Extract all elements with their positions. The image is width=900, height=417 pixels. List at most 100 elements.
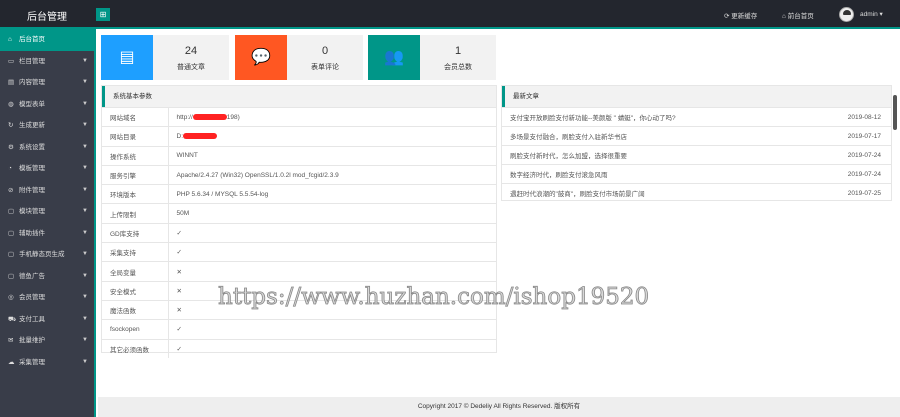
sidebar-item-label: 内容管理 — [19, 79, 45, 86]
list-item[interactable]: 数字经济时代，刷脸支付滚急风雨 2019-07-24 — [502, 164, 891, 184]
app-title: 后台管理 — [27, 12, 67, 23]
row-value-cell: Apache/2.4.27 (Win32) OpenSSL/1.0.2l mod… — [168, 164, 496, 185]
row-value-cell: WINNT — [168, 145, 496, 166]
row-value-cell: ✓ — [168, 222, 496, 243]
list-item[interactable]: 多场景支付融合，刷脸支付入驻新华书店 2019-07-17 — [502, 126, 891, 146]
sidebar-item-label: 模板管理 — [19, 165, 45, 172]
row-key: 其它必须函数 — [102, 338, 169, 359]
row-key: 环境版本 — [102, 184, 169, 204]
chat-icon: 💬 — [235, 35, 287, 80]
chevron-down-icon: ▼ — [82, 315, 88, 322]
row-key: 操作系统 — [102, 145, 169, 166]
sidebar-item[interactable]: ◎ 会员管理 ▼ — [0, 287, 94, 309]
stat-card[interactable]: 💬 0 表单评论 — [235, 35, 363, 80]
chevron-down-icon: ▼ — [82, 122, 88, 128]
row-value: D: — [176, 132, 184, 140]
row-value: ✕ — [176, 307, 182, 315]
latest-articles-panel: 最新文章 支付宝开放刷脸支付新功能--美颜版 " 蜻蜓"，你心动了吗? 2019-… — [501, 85, 892, 203]
article-title-link[interactable]: 多场景支付融合，刷脸支付入驻新华书店 — [502, 126, 803, 146]
refresh-cache-link[interactable]: ⟳ 更新缓存 — [724, 10, 757, 20]
list-item[interactable]: 支付宝开放刷脸支付新功能--美颜版 " 蜻蜓"，你心动了吗? 2019-08-12 — [502, 107, 891, 127]
sidebar-item-label: 手机静态页生成 — [19, 251, 65, 258]
sidebar-item-label: 模块管理 — [19, 208, 45, 215]
table-row: 服务引擎 Apache/2.4.27 (Win32) OpenSSL/1.0.2l… — [102, 164, 496, 185]
sidebar-item-label: 系统设置 — [19, 143, 45, 151]
user-menu[interactable]: admin ▾ — [860, 10, 883, 18]
sidebar-item[interactable]: ▢ 模块管理 ▼ — [0, 201, 94, 223]
articles-table: 支付宝开放刷脸支付新功能--美颜版 " 蜻蜓"，你心动了吗? 2019-08-12… — [502, 107, 891, 203]
sidebar-item-label: 批量维护 — [19, 337, 45, 344]
sidebar-item[interactable]: ▢ 手机静态页生成 ▼ — [0, 244, 94, 266]
table-row: 其它必须函数 ✓ — [102, 338, 496, 359]
sidebar-item-label: 生成更新 — [19, 122, 45, 129]
sidebar-item[interactable]: ▢ 辅助插件 ▼ — [0, 223, 94, 245]
article-date: 2019-07-25 — [802, 183, 891, 203]
list-item[interactable]: 刷脸支付新时代，怎么加盟，选择很重要 2019-07-24 — [502, 145, 891, 165]
nav-label: 更新缓存 — [731, 13, 758, 20]
article-title-link[interactable]: 数字经济时代，刷脸支付滚急风雨 — [502, 164, 803, 184]
folder-icon: ▢ — [8, 208, 15, 215]
grid-icon[interactable]: ⊞ — [96, 8, 110, 21]
sidebar-item[interactable]: ↻ 生成更新 ▼ — [0, 115, 94, 137]
row-key: 魔法函数 — [102, 299, 169, 320]
row-value: ✓ — [176, 326, 182, 334]
stat-card[interactable]: ▤ 24 普通文章 — [101, 35, 229, 80]
row-key: fsockopen — [102, 319, 169, 340]
chevron-down-icon: ▼ — [82, 229, 88, 236]
scrollbar[interactable] — [893, 95, 897, 130]
chevron-down-icon: ▼ — [82, 358, 88, 365]
panel-title: 系统基本参数 — [102, 86, 496, 107]
table-row: 网站域名 http:// 198) — [102, 106, 496, 127]
redaction-mark — [183, 133, 217, 140]
row-value: ✓ — [176, 345, 182, 353]
chevron-down-icon: ▼ — [82, 143, 88, 150]
sidebar-item[interactable]: ▢ 德鱼广告 ▼ — [0, 266, 94, 288]
chevron-down-icon: ▼ — [82, 337, 88, 343]
article-title-link[interactable]: 遇赶时代浪潮的"鼓商"，刷脸支付市场前景广阔 — [502, 183, 803, 203]
chevron-down-icon: ▼ — [82, 251, 88, 257]
sidebar-item[interactable]: ⌂ 后台首页 — [0, 29, 94, 51]
article-title-link[interactable]: 支付宝开放刷脸支付新功能--美颜版 " 蜻蜓"，你心动了吗? — [502, 107, 803, 127]
sidebar-item-label: 采集管理 — [19, 358, 45, 366]
sidebar-item[interactable]: ⊘ 附件管理 ▼ — [0, 180, 94, 202]
sidebar-item[interactable]: ▤ 内容管理 ▼ — [0, 72, 94, 94]
sidebar-item[interactable]: ◍ 模型表单 ▼ — [0, 94, 94, 116]
sidebar-item-label: 会员管理 — [19, 294, 45, 301]
sidebar-item-label: 后台首页 — [19, 36, 45, 43]
row-value: ✓ — [176, 229, 182, 237]
sidebar-item[interactable]: ☁ 采集管理 ▼ — [0, 352, 94, 374]
row-value: http:// — [176, 113, 193, 121]
user-icon: ◎ — [8, 294, 14, 301]
stat-label: 表单评论 — [311, 64, 339, 71]
folder-icon: ▢ — [8, 272, 15, 280]
sidebar-item[interactable]: ✉ 批量维护 ▼ — [0, 330, 94, 352]
row-key: GD库支持 — [102, 222, 169, 243]
stat-card[interactable]: 👥 1 会员总数 — [368, 35, 496, 80]
nav-label: 前台首页 — [787, 13, 814, 20]
sidebar-item[interactable]: ⚙ 系统设置 ▼ — [0, 137, 94, 159]
list-item[interactable]: 遇赶时代浪潮的"鼓商"，刷脸支付市场前景广阔 2019-07-25 — [502, 183, 891, 203]
sidebar-item[interactable]: ▭ 栏目管理 ▼ — [0, 51, 94, 73]
article-title-link[interactable]: 刷脸支付新时代，怎么加盟，选择很重要 — [502, 145, 803, 165]
row-value-cell: http:// 198) — [168, 106, 496, 127]
avatar[interactable] — [839, 7, 854, 22]
sidebar-item-label: 支付工具 — [19, 315, 45, 323]
sidebar-item-label: 辅助插件 — [19, 229, 45, 237]
mail-icon: ✉ — [8, 337, 14, 344]
sidebar-item[interactable]: ⛟ 支付工具 ▼ — [0, 309, 94, 331]
row-value-cell: ✓ — [168, 338, 496, 359]
table-row: 环境版本 PHP 5.6.34 / MYSQL 5.5.54-log — [102, 184, 496, 204]
globe-icon: ◍ — [8, 100, 14, 108]
row-value-suffix: 198) — [226, 113, 240, 121]
sidebar: ⌂ 后台首页 ▭ 栏目管理 ▼ ▤ 内容管理 ▼ ◍ 模型表单 ▼ ↻ 生成更新 ▼ ⚙ 系统设置 ▼ ◔ 模板管理… — [0, 29, 96, 417]
row-key: 上传限制 — [102, 203, 169, 224]
row-value: ✓ — [176, 249, 182, 257]
sidebar-item[interactable]: ◔ 模板管理 ▼ — [0, 158, 94, 180]
article-date: 2019-07-24 — [802, 145, 891, 165]
gear-icon: ⚙ — [8, 143, 14, 151]
article-date: 2019-07-17 — [802, 126, 891, 146]
refresh-icon: ↻ — [8, 122, 14, 129]
table-row: 魔法函数 ✕ — [102, 299, 496, 320]
frontend-home-link[interactable]: ⌂ 前台首页 — [782, 10, 814, 20]
article-date: 2019-07-24 — [802, 164, 891, 184]
